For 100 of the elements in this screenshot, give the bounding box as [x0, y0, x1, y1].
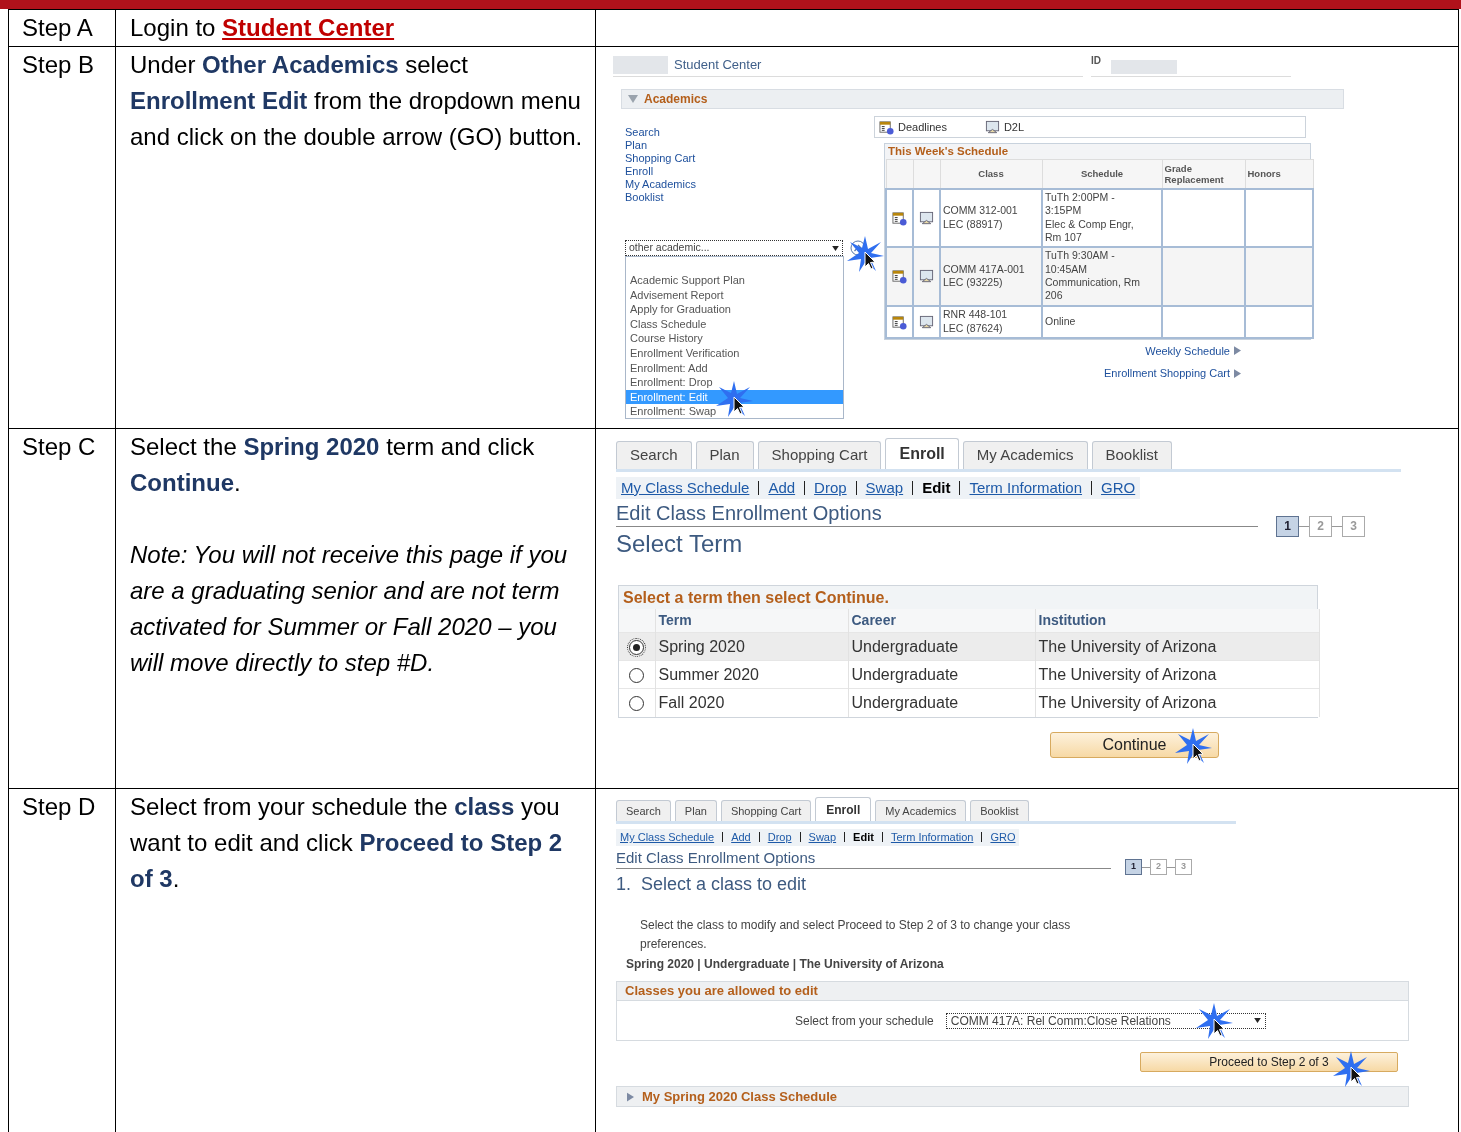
subnav-link[interactable]: GRO — [1101, 476, 1136, 500]
page-title: Edit Class Enrollment Options — [616, 848, 1111, 869]
step-label: Step B — [22, 50, 96, 80]
step-indicator: 2 — [1150, 859, 1167, 875]
step-label: Step A — [22, 13, 94, 43]
monitor-icon[interactable] — [919, 210, 934, 226]
table-cell: COMM 312-001 LEC (88917) — [940, 188, 1042, 247]
page-heading: 1. Select a class to edit — [616, 873, 808, 896]
table-cell: Online — [1042, 305, 1162, 338]
tab[interactable]: My Academics — [962, 441, 1088, 469]
step-indicator: 1 — [1125, 859, 1142, 875]
id-label: ID — [1091, 54, 1101, 68]
tab[interactable]: Booklist — [1091, 441, 1173, 469]
calendar-icon[interactable] — [892, 210, 907, 226]
column-header: Schedule — [1042, 159, 1162, 189]
dropdown-option[interactable]: Enrollment Verification — [626, 345, 843, 361]
instruction-text: Select the class to modify and select Proceed to Step 2 of 3 to change your class preferences. — [639, 917, 1072, 953]
subnav-link[interactable]: Swap — [808, 829, 837, 846]
tab[interactable]: My Academics — [875, 800, 967, 821]
nav-link[interactable]: Enroll — [625, 165, 654, 178]
student-center-link[interactable]: Student Center — [222, 14, 395, 41]
dropdown-option[interactable]: Academic Support Plan — [626, 273, 843, 288]
subnav-link[interactable]: My Class Schedule — [620, 829, 715, 846]
subnav-link[interactable]: My Class Schedule — [621, 476, 750, 500]
triangle-right-icon — [1234, 368, 1241, 378]
step-indicator: 2 — [1309, 515, 1332, 537]
subnav-link[interactable]: Add — [768, 476, 796, 500]
tab[interactable]: Plan — [674, 800, 717, 821]
dropdown-option[interactable]: Enrollment: Add — [626, 360, 843, 376]
table-cell: Undergraduate — [848, 688, 1035, 717]
subnav-link[interactable]: Swap — [865, 476, 904, 500]
schedule-link[interactable]: Weekly Schedule — [1145, 342, 1241, 359]
grid-title: Select a term then select Continue. — [619, 585, 1317, 609]
dropdown-field[interactable]: other academic... — [625, 240, 843, 256]
monitor-icon[interactable] — [919, 314, 934, 330]
note-text: Note: You will not receive this page if you are a graduating senior and are not term activated for Summer or Fall 2020 – you will move directly to step #D. — [130, 540, 569, 678]
field-label: Select from your schedule — [795, 1012, 934, 1030]
table-cell: The University of Arizona — [1035, 688, 1319, 717]
radio-button[interactable] — [629, 668, 645, 683]
column-header: Honors — [1245, 159, 1313, 189]
step-indicator: 3 — [1342, 515, 1365, 537]
triangle-right-icon — [627, 1091, 634, 1102]
subnav-link[interactable]: Edit — [922, 476, 951, 500]
collapsible-section-header[interactable]: My Spring 2020 Class Schedule — [616, 1086, 1409, 1107]
radio-button[interactable] — [629, 640, 645, 655]
instruction-text: Login to Student Center — [130, 13, 396, 43]
page-title: Student Center — [674, 55, 762, 74]
dropdown-arrow-icon — [1253, 1018, 1261, 1023]
nav-link[interactable]: Booklist — [625, 191, 664, 204]
radio-button[interactable] — [629, 696, 645, 712]
tab[interactable]: Enroll — [885, 438, 959, 469]
table-cell: COMM 417A-001 LEC (93225) — [940, 246, 1042, 306]
toolbar-link[interactable]: D2L — [984, 118, 1025, 136]
toolbar-link[interactable]: Deadlines — [879, 118, 947, 136]
nav-link[interactable]: Shopping Cart — [625, 152, 696, 165]
proceed-button[interactable]: Proceed to Step 2 of 3 — [1140, 1052, 1398, 1072]
dropdown-option[interactable]: Course History — [626, 331, 843, 346]
page-title: Edit Class Enrollment Options — [616, 499, 1258, 527]
calendar-icon[interactable] — [892, 269, 907, 285]
redacted-id-block — [1111, 60, 1177, 74]
column-header: Grade Replacement — [1162, 159, 1245, 189]
section-title: Academics — [644, 91, 708, 108]
continue-button[interactable]: Continue — [1050, 731, 1219, 758]
redacted-name-block — [613, 56, 668, 74]
subnav-link[interactable]: Add — [731, 829, 751, 846]
tab[interactable]: Shopping Cart — [757, 441, 882, 469]
table-cell: TuTh 9:30AM - 10:45AM Communication, Rm 206 — [1042, 246, 1162, 306]
step-label: Step C — [22, 432, 97, 462]
monitor-icon — [984, 119, 1000, 135]
subnav-link[interactable]: GRO — [990, 829, 1016, 846]
dropdown-option[interactable]: Apply for Graduation — [626, 302, 843, 317]
step-indicator: 1 — [1276, 515, 1299, 537]
tab[interactable]: Shopping Cart — [720, 800, 812, 821]
tab[interactable]: Enroll — [815, 797, 872, 821]
subnav-link[interactable]: Drop — [767, 829, 792, 846]
calendar-icon[interactable] — [892, 314, 907, 330]
tab[interactable]: Search — [616, 441, 692, 469]
subnav-link[interactable]: Term Information — [890, 829, 974, 846]
monitor-icon[interactable] — [919, 269, 934, 285]
table-cell: TuTh 2:00PM - 3:15PM Elec & Comp Engr, Rm 107 — [1042, 188, 1162, 247]
table-cell: RNR 448-101 LEC (87624) — [940, 305, 1042, 338]
dropdown-option[interactable]: Enrollment: Drop — [626, 375, 843, 390]
tab[interactable]: Booklist — [970, 800, 1029, 821]
table-cell: Fall 2020 — [655, 688, 848, 717]
nav-link[interactable]: Plan — [625, 139, 648, 152]
triangle-right-icon — [1234, 346, 1241, 356]
dropdown-option[interactable]: Advisement Report — [626, 287, 843, 303]
nav-link[interactable]: My Academics — [625, 178, 696, 191]
tab[interactable]: Search — [616, 800, 671, 821]
section-header: Classes you are allowed to edit — [616, 981, 1409, 1001]
dropdown-option[interactable]: Class Schedule — [626, 316, 843, 332]
panel-title: This Week's Schedule — [887, 144, 1010, 159]
dropdown-option[interactable]: Enrollment: Swap — [626, 404, 843, 418]
subnav-link[interactable]: Term Information — [969, 476, 1083, 500]
schedule-link[interactable]: Enrollment Shopping Cart — [1104, 365, 1241, 382]
subnav-link[interactable]: Edit — [853, 829, 874, 846]
subnav-link[interactable]: Drop — [814, 476, 847, 500]
dropdown-arrow-icon — [832, 245, 839, 251]
tab[interactable]: Plan — [695, 441, 754, 469]
nav-link[interactable]: Search — [625, 126, 660, 139]
